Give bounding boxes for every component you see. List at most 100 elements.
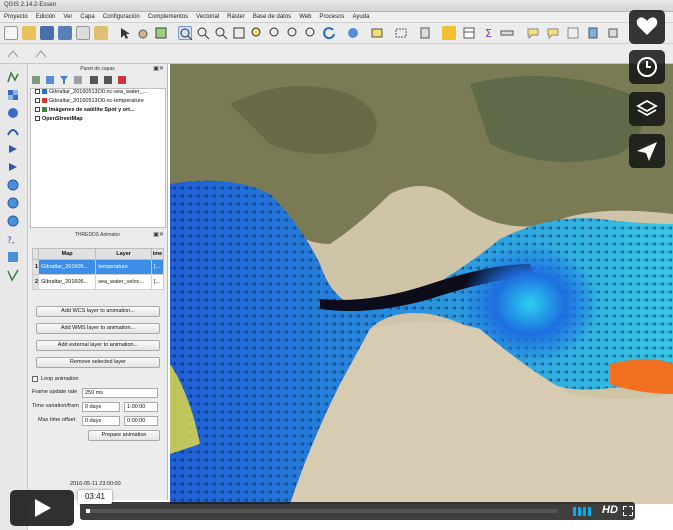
prepare-animation-button[interactable]: Prepare animation — [88, 430, 160, 441]
identify-icon[interactable] — [346, 26, 360, 40]
panel-float-close-icon[interactable]: ▣✕ — [153, 231, 164, 238]
menu-complementos[interactable]: Complementos — [144, 12, 192, 20]
collections-button[interactable] — [629, 92, 665, 126]
pan-map-icon[interactable] — [118, 26, 132, 40]
like-button[interactable] — [629, 10, 665, 44]
select-features-icon[interactable] — [370, 26, 384, 40]
zoom-in-icon[interactable] — [178, 26, 193, 41]
open-project-icon[interactable] — [22, 26, 36, 40]
menu-capa[interactable]: Capa — [76, 12, 98, 20]
map-tips-icon[interactable] — [526, 26, 540, 40]
add-mssql-layer-icon[interactable] — [6, 142, 20, 156]
column-header-time[interactable]: ime — [151, 248, 164, 260]
statistics-icon[interactable]: Σ — [482, 26, 496, 40]
time-variation-days-input[interactable]: 0 days — [82, 402, 120, 412]
layer-item[interactable]: Imágenes de satélite Spot y ort... — [31, 107, 165, 116]
zoom-next-icon[interactable] — [304, 26, 318, 40]
zoom-to-layer-icon[interactable] — [268, 26, 282, 40]
save-project-icon[interactable] — [40, 26, 54, 40]
add-oracle-layer-icon[interactable] — [6, 160, 20, 174]
add-spatialite-layer-icon[interactable] — [6, 124, 20, 138]
layer-checkbox[interactable] — [35, 89, 40, 95]
watch-later-button[interactable] — [629, 50, 665, 84]
add-wcs-layer-button[interactable]: Add WCS layer to animation... — [36, 306, 160, 317]
current-time-tooltip: 03:41 — [78, 490, 112, 504]
digitize-icon[interactable] — [6, 47, 20, 61]
menu-raster[interactable]: Ráster — [223, 12, 249, 20]
annotation-icon[interactable] — [546, 26, 560, 40]
edit-icon[interactable] — [34, 47, 48, 61]
table-header-row: Map Layer ime — [31, 248, 164, 260]
add-postgis-layer-icon[interactable] — [6, 106, 20, 120]
menu-ayuda[interactable]: Ayuda — [348, 12, 373, 20]
add-wcs-layer-icon[interactable] — [6, 196, 20, 210]
add-raster-layer-icon[interactable] — [6, 88, 20, 102]
column-header-layer[interactable]: Layer — [95, 248, 152, 260]
menu-web[interactable]: Web — [295, 12, 315, 20]
map-canvas[interactable] — [170, 64, 673, 504]
play-button[interactable] — [10, 490, 74, 526]
open-attribute-table-icon[interactable] — [442, 26, 456, 40]
loop-animation-checkbox[interactable] — [32, 376, 38, 382]
attribute-table-icon[interactable] — [462, 26, 476, 40]
window-titlebar: QGIS 2.14.2-Essen — [0, 0, 673, 12]
layer-item[interactable]: OpenStreetMap — [31, 116, 165, 125]
share-button[interactable] — [629, 134, 665, 168]
zoom-out-icon[interactable] — [196, 26, 210, 40]
max-offset-time-input[interactable]: 0:00:00 — [124, 416, 158, 426]
print-composer-icon[interactable] — [76, 26, 90, 40]
menu-procesos[interactable]: Procesos — [315, 12, 348, 20]
table-row[interactable]: 1 Gibraltar_201605... temperature [... — [31, 259, 164, 275]
deselect-icon[interactable] — [394, 26, 408, 40]
add-wfs-layer-icon[interactable] — [6, 214, 20, 228]
field-calculator-icon[interactable] — [418, 26, 432, 40]
menu-configuracion[interactable]: Configuración — [99, 12, 144, 20]
progress-bar[interactable]: HD — [80, 502, 635, 520]
layers-panel-tool-icons[interactable] — [32, 74, 152, 86]
add-wms-layer-icon[interactable] — [6, 178, 20, 192]
menu-bar: Proyecto Edición Ver Capa Configuración … — [0, 12, 673, 23]
layer-item[interactable]: Gibraltar_20160513O0.nc-sea_water_... — [31, 89, 165, 98]
refresh-icon[interactable] — [322, 26, 336, 40]
pan-hand-icon[interactable] — [136, 26, 150, 40]
add-external-layer-button[interactable]: Add external layer to animation... — [36, 340, 160, 351]
zoom-native-icon[interactable] — [214, 26, 228, 40]
add-virtual-layer-icon[interactable] — [6, 250, 20, 264]
add-delimited-text-icon[interactable]: ?, — [6, 232, 20, 246]
layer-checkbox[interactable] — [35, 116, 40, 122]
menu-base-de-datos[interactable]: Base de datos — [249, 12, 295, 20]
menu-ver[interactable]: Ver — [59, 12, 76, 20]
menu-proyecto[interactable]: Proyecto — [0, 12, 32, 20]
bookmarks-icon[interactable] — [586, 26, 600, 40]
zoom-full-icon[interactable] — [232, 26, 246, 40]
panel-float-close-icon[interactable]: ▣✕ — [153, 65, 164, 72]
zoom-to-selection-icon[interactable] — [250, 26, 264, 40]
text-annotation-icon[interactable] — [566, 26, 580, 40]
more-tools-icon[interactable] — [606, 26, 620, 40]
thredds-animator-panel: THREDDS Animator ▣✕ Map Layer ime 1 Gibr… — [28, 230, 168, 500]
time-variation-time-input[interactable]: 1:00:00 — [124, 402, 158, 412]
new-project-icon[interactable] — [4, 26, 18, 40]
volume-icon[interactable] — [572, 505, 596, 517]
max-offset-days-input[interactable]: 0 days — [82, 416, 120, 426]
add-vector-layer-icon[interactable] — [6, 70, 20, 84]
menu-edicion[interactable]: Edición — [32, 12, 60, 20]
new-shapefile-icon[interactable] — [6, 268, 20, 282]
measure-icon[interactable] — [500, 26, 514, 40]
add-wms-layer-button[interactable]: Add WMS layer to animation... — [36, 323, 160, 334]
layer-checkbox[interactable] — [35, 98, 40, 104]
frame-rate-input[interactable]: 250 ms — [82, 388, 158, 398]
menu-vectorial[interactable]: Vectorial — [192, 12, 223, 20]
remove-selected-layer-button[interactable]: Remove selected layer — [36, 357, 160, 368]
pan-to-selection-icon[interactable] — [154, 26, 168, 40]
table-row[interactable]: 2 Gibraltar_201605... sea_water_veloc...… — [31, 274, 164, 290]
hd-toggle[interactable]: HD — [602, 504, 618, 516]
save-as-icon[interactable] — [58, 26, 72, 40]
zoom-last-icon[interactable] — [286, 26, 300, 40]
layers-panel: Panel de capas ▣✕ Gibraltar_20160513O0.n… — [28, 64, 168, 230]
layer-item[interactable]: Gibraltar_20160513O0.nc-temperature — [31, 98, 165, 107]
layer-checkbox[interactable] — [35, 107, 40, 113]
fullscreen-icon[interactable] — [623, 506, 633, 516]
column-header-map[interactable]: Map — [38, 248, 97, 260]
composer-manager-icon[interactable] — [94, 26, 108, 40]
